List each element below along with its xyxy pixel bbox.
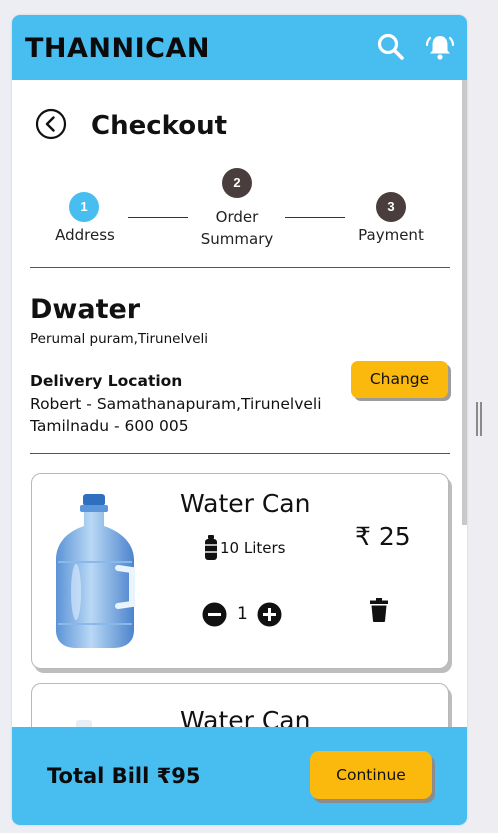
app-header: THANNICAN xyxy=(12,15,467,80)
delivery-address-line1: Robert - Samathanapuram,Tirunelveli xyxy=(30,395,322,413)
product-name: Water Can xyxy=(180,489,311,518)
page-title: Checkout xyxy=(91,111,228,141)
back-button[interactable] xyxy=(35,108,67,140)
bell-icon[interactable] xyxy=(424,31,456,63)
decrease-quantity-button[interactable] xyxy=(202,602,227,627)
brand-logo: THANNICAN xyxy=(25,33,210,64)
total-bill: Total Bill ₹95 xyxy=(47,764,201,788)
divider xyxy=(30,453,450,454)
shop-address: Perumal puram,Tirunelveli xyxy=(30,331,209,347)
shop-name: Dwater xyxy=(30,294,141,325)
page-scrollbar-handle[interactable] xyxy=(476,402,482,436)
step-connector xyxy=(285,217,345,218)
product-size: 10 Liters xyxy=(220,539,286,557)
checkout-footer: Total Bill ₹95 Continue xyxy=(12,727,467,825)
product-price: ₹ 25 xyxy=(355,522,411,551)
delivery-address-line2: Tamilnadu - 600 005 xyxy=(30,417,189,435)
delete-icon[interactable] xyxy=(370,598,388,622)
delivery-location-title: Delivery Location xyxy=(30,372,183,390)
content-scrollbar[interactable] xyxy=(462,80,467,525)
cart-item-card: Water Can 10 Liters ₹ 25 1 xyxy=(31,473,449,669)
step-1-indicator[interactable]: 1 xyxy=(69,192,99,222)
step-2-label-line1: Order xyxy=(215,208,259,226)
step-3-indicator[interactable]: 3 xyxy=(376,192,406,222)
continue-button[interactable]: Continue xyxy=(310,751,432,799)
app-screen: THANNICAN Checkout 1 Address 2 Order Sum… xyxy=(12,15,467,825)
bottle-icon xyxy=(205,535,217,560)
divider xyxy=(30,267,450,268)
step-3-label: Payment xyxy=(358,226,424,244)
quantity-value: 1 xyxy=(237,604,248,624)
increase-quantity-button[interactable] xyxy=(257,602,282,627)
step-connector xyxy=(128,217,188,218)
step-2-indicator[interactable]: 2 xyxy=(222,168,252,198)
page-scrollbar-track[interactable] xyxy=(469,0,498,833)
back-circle-icon xyxy=(35,108,67,140)
step-1-label: Address xyxy=(55,226,115,244)
step-2-label-line2: Summary xyxy=(200,230,274,248)
change-address-button[interactable]: Change xyxy=(351,361,448,398)
water-can-image xyxy=(56,494,135,648)
search-icon[interactable] xyxy=(375,31,407,63)
